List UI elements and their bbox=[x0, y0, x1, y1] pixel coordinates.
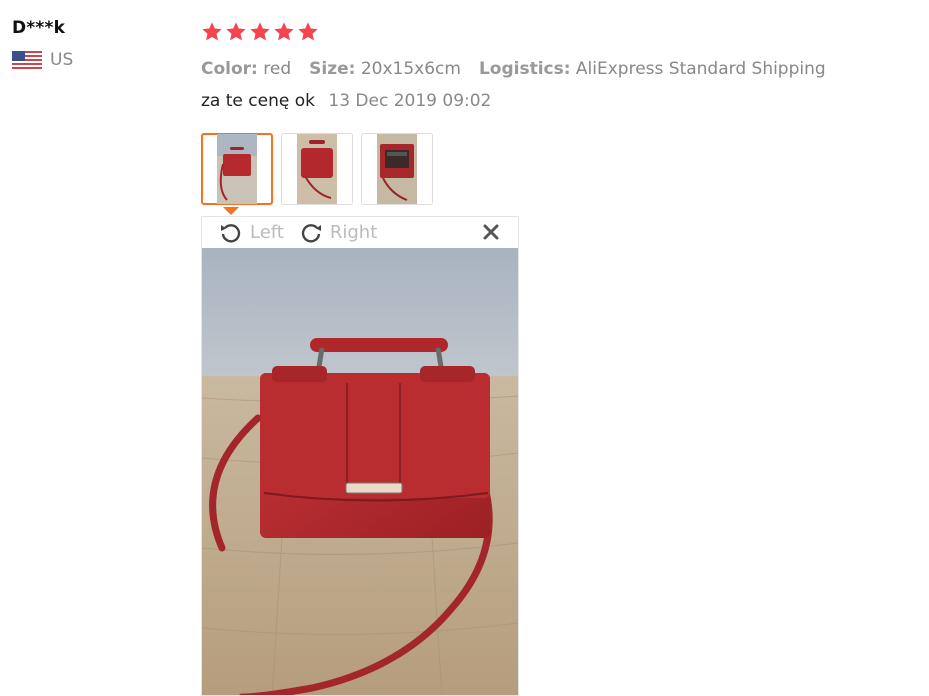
star-rating bbox=[201, 18, 901, 46]
review-attribute: Logistics: AliExpress Standard Shipping bbox=[479, 59, 826, 79]
attribute-key: Color: bbox=[201, 59, 258, 79]
attribute-key: Size: bbox=[309, 59, 356, 79]
review-attribute: Color: red bbox=[201, 59, 291, 79]
star-icon bbox=[250, 22, 270, 41]
rotate-left-label: Left bbox=[250, 222, 284, 243]
review-attribute: Size: 20x15x6cm bbox=[309, 59, 461, 79]
selected-thumbnail-caret bbox=[223, 207, 239, 215]
rotate-right-icon bbox=[301, 223, 321, 243]
image-viewer: Left Right bbox=[201, 216, 519, 696]
handbag-photo-thumb bbox=[217, 134, 257, 204]
feedback-text: za te cenę ok bbox=[201, 91, 315, 111]
review-feedback: za te cenę ok 13 Dec 2019 09:02 bbox=[201, 91, 901, 111]
star-icon bbox=[226, 22, 246, 41]
attribute-value: red bbox=[257, 59, 292, 79]
review-thumbnails bbox=[201, 133, 433, 205]
reviewer-name: D***k bbox=[12, 18, 66, 38]
star-icon bbox=[202, 22, 222, 41]
us-flag-icon bbox=[12, 51, 42, 69]
attribute-key: Logistics: bbox=[478, 59, 571, 79]
reviewer-info: D***k US bbox=[12, 18, 182, 70]
star-icon bbox=[298, 22, 318, 41]
thumbnail-1[interactable] bbox=[201, 133, 273, 205]
review-date: 13 Dec 2019 09:02 bbox=[328, 91, 492, 111]
handbag-photo-thumb bbox=[377, 134, 417, 204]
viewer-toolbar: Left Right bbox=[202, 217, 518, 248]
star-icon bbox=[274, 22, 294, 41]
rotate-right-button[interactable]: Right bbox=[298, 220, 377, 246]
close-icon[interactable] bbox=[482, 223, 500, 241]
review-attributes: Color: red Size: 20x15x6cm Logistics: AliE… bbox=[201, 59, 901, 79]
thumbnail-3[interactable] bbox=[361, 133, 433, 205]
handbag-photo-thumb bbox=[297, 134, 337, 204]
reviewer-country: US bbox=[12, 50, 182, 70]
rotate-left-button[interactable]: Left bbox=[218, 220, 284, 246]
country-code: US bbox=[50, 50, 74, 70]
rotate-right-label: Right bbox=[329, 222, 378, 243]
thumbnail-2[interactable] bbox=[281, 133, 353, 205]
attribute-value: AliExpress Standard Shipping bbox=[570, 59, 826, 79]
review-content: Color: red Size: 20x15x6cm Logistics: AliE… bbox=[201, 18, 901, 111]
review-photo[interactable] bbox=[202, 248, 518, 696]
attribute-value: 20x15x6cm bbox=[355, 59, 461, 79]
rotate-left-icon bbox=[221, 223, 241, 243]
